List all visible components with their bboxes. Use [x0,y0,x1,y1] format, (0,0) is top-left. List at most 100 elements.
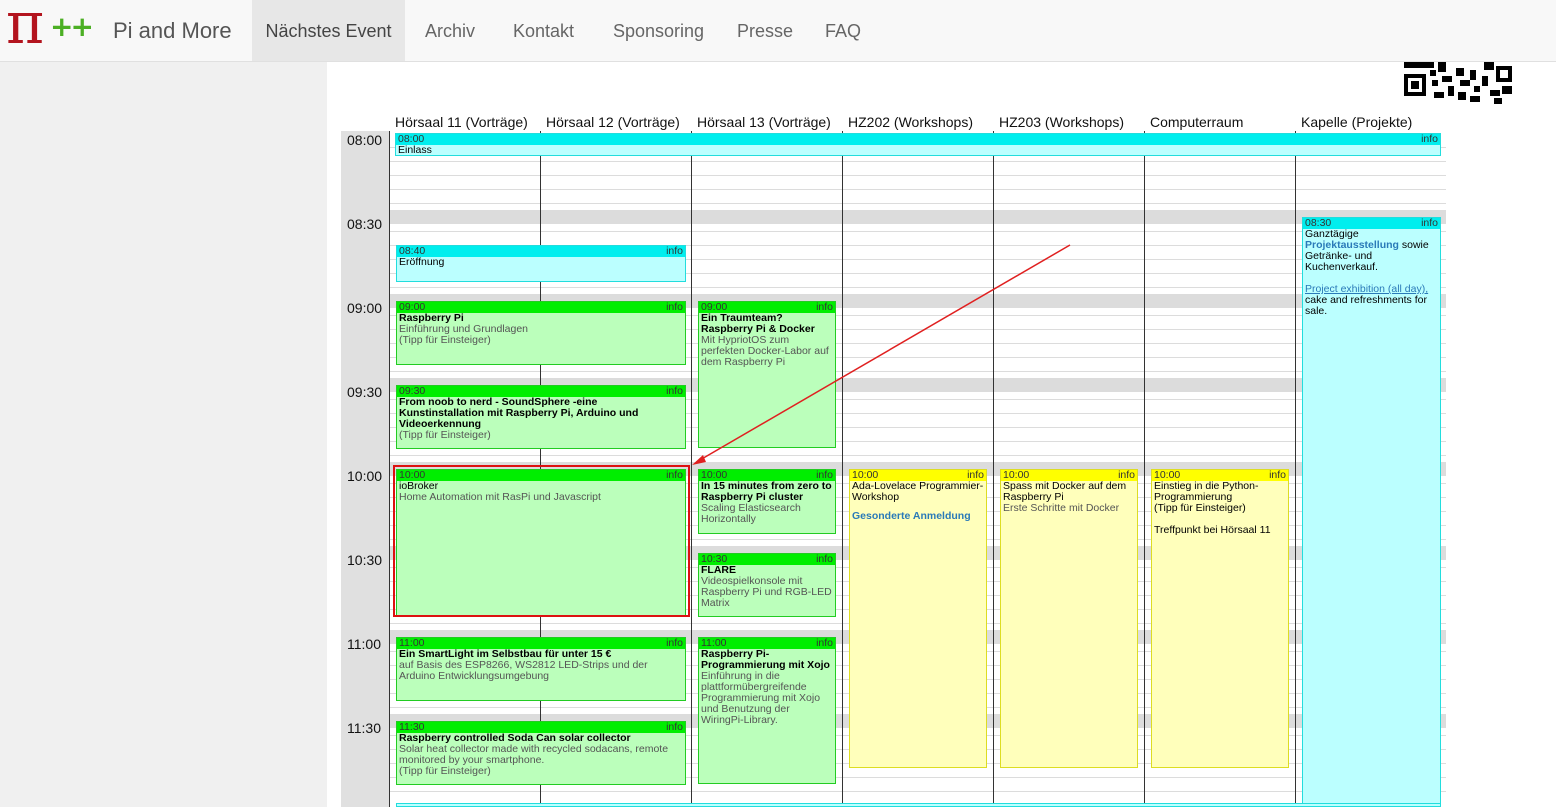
event-time: 09:30 [399,385,426,397]
event-time: 10:00 [852,469,879,481]
event-smartlight[interactable]: 11:00 info Ein SmartLight im Selbstbau fü… [396,637,686,701]
event-note: (Tipp für Einsteiger) [399,334,491,346]
grid-line [389,371,1446,372]
info-link[interactable]: info [666,386,683,397]
info-link[interactable]: info [1421,218,1438,229]
event-soda-can[interactable]: 11:30 info Raspberry controlled Soda Can … [396,721,686,785]
grid-line [389,791,1446,792]
event-time: 08:30 [1305,217,1332,229]
event-title: In 15 minutes from zero to Raspberry Pi … [701,480,832,503]
grid-line [389,175,1446,176]
nav-presse[interactable]: Presse [737,0,793,61]
brand-name[interactable]: Pi and More [113,18,232,44]
gesonderte-anmeldung-link[interactable]: Gesonderte Anmeldung [852,511,984,522]
event-subtitle: Solar heat collector made with recycled … [399,743,669,766]
qr-code-icon [1404,62,1512,104]
info-link[interactable]: info [1421,134,1438,145]
event-note: (Tipp für Einsteiger) [399,429,491,441]
pi-logo-icon: π [6,0,45,57]
time-label: 08:30 [347,216,383,232]
info-link[interactable]: info [816,302,833,313]
event-time: 11:00 [701,637,727,649]
grid-line [389,231,1446,232]
room-header: HZ202 (Workshops) [848,114,974,130]
room-divider [691,131,692,807]
room-divider [1144,131,1145,807]
room-divider [1295,131,1296,807]
grid-line [389,189,1446,190]
time-label: 11:00 [347,636,381,652]
info-link[interactable]: info [816,470,833,481]
info-link[interactable]: info [816,638,833,649]
event-title: Spass mit Docker auf dem Raspberry Pi [1003,480,1127,503]
info-link[interactable]: info [1118,470,1135,481]
event-title: From noob to nerd - SoundSphere -eine Ku… [399,396,639,430]
nav-archiv[interactable]: Archiv [425,0,475,61]
event-time: 08:00 [398,133,425,145]
event-extra: Treffpunkt bei Hörsaal 11 [1154,524,1271,536]
event-noob-to-nerd[interactable]: 09:30 info From noob to nerd - SoundSpher… [396,385,686,449]
event-eroeffnung[interactable]: 08:40 info Eröffnung [396,245,686,282]
event-description: cake and refreshments for sale. [1305,294,1427,317]
event-time: 09:00 [399,301,426,313]
event-time: 10:30 [701,553,728,565]
top-navbar: π ++ Pi and More Nächstes Event Archiv K… [0,0,1556,62]
event-note: (Tipp für Einsteiger) [399,765,491,777]
event-time: 09:00 [701,301,728,313]
event-title: Eröffnung [399,256,445,268]
info-link[interactable]: info [967,470,984,481]
time-label: 09:30 [347,384,383,400]
room-header: Kapelle (Projekte) [1301,114,1413,130]
info-link[interactable]: info [816,554,833,565]
event-subtitle: Videospielkonsole mit Raspberry Pi und R… [701,575,832,609]
event-title: Ein Traumteam? Raspberry Pi & Docker [701,312,815,335]
event-raspberry-pi[interactable]: 09:00 info Raspberry Pi Einführung und Gr… [396,301,686,365]
room-divider [842,131,843,807]
event-title: Raspberry Pi-Programmierung mit Xojo [701,648,830,671]
event-time: 10:00 [1003,469,1030,481]
event-traumteam[interactable]: 09:00 info Ein Traumteam? Raspberry Pi & … [698,301,836,448]
event-subtitle: Einführung in die plattformübergreifende… [701,670,821,726]
time-label: 10:30 [347,552,383,568]
event-xojo[interactable]: 11:00 info Raspberry Pi-Programmierung mi… [698,637,836,784]
info-link[interactable]: info [666,302,683,313]
grid-line [389,455,1446,456]
room-header: Hörsaal 12 (Vorträge) [546,114,680,130]
grid-line [389,203,1446,204]
event-15-minutes[interactable]: 10:00 info In 15 minutes from zero to Ras… [698,469,836,534]
event-time: 11:30 [399,721,425,733]
event-ada-lovelace[interactable]: 10:00 info Ada-Lovelace Programmier-Works… [849,469,987,768]
info-link[interactable]: info [666,638,683,649]
highlight-box [393,465,690,617]
room-header: HZ203 (Workshops) [999,114,1125,130]
event-projektausstellung[interactable]: 08:30 info Ganztägige Projektausstellung … [1302,217,1441,807]
event-einlass[interactable]: 08:00 info Einlass [395,133,1441,156]
event-time: 08:40 [399,245,426,257]
time-label: 08:00 [347,132,383,148]
room-header: Hörsaal 13 (Vorträge) [697,114,831,130]
info-link[interactable]: info [666,722,683,733]
event-python[interactable]: 10:00 info Einstieg in die Python-Program… [1151,469,1289,768]
event-time: 11:00 [399,637,425,649]
half-hour-band [389,210,1446,224]
nav-naechstes-event[interactable]: Nächstes Event [252,0,405,61]
event-subtitle: Erste Schritte mit Docker [1003,502,1120,514]
event-title: Ada-Lovelace Programmier-Workshop [852,480,984,503]
room-divider [993,131,994,807]
event-time: 10:00 [1154,469,1181,481]
event-spass-mit-docker[interactable]: 10:00 info Spass mit Docker auf dem Raspb… [1000,469,1138,768]
info-link[interactable]: info [1269,470,1286,481]
event-subtitle: Mit HypriotOS zum perfekten Docker-Labor… [701,334,829,368]
event-title: Einstieg in die Python-Programmierung [1154,480,1259,503]
nav-sponsoring[interactable]: Sponsoring [613,0,704,61]
event-subtitle: auf Basis des ESP8266, WS2812 LED-Strips… [399,659,648,682]
event-flare[interactable]: 10:30 info FLARE Videospielkonsole mit Ra… [698,553,836,617]
grid-line [389,161,1446,162]
nav-kontakt[interactable]: Kontakt [513,0,574,61]
event-next-row [396,803,1441,807]
nav-faq[interactable]: FAQ [825,0,861,61]
room-header: Hörsaal 11 (Vorträge) [395,114,528,130]
event-time: 10:00 [701,469,728,481]
time-label: 09:00 [347,300,383,316]
info-link[interactable]: info [666,246,683,257]
